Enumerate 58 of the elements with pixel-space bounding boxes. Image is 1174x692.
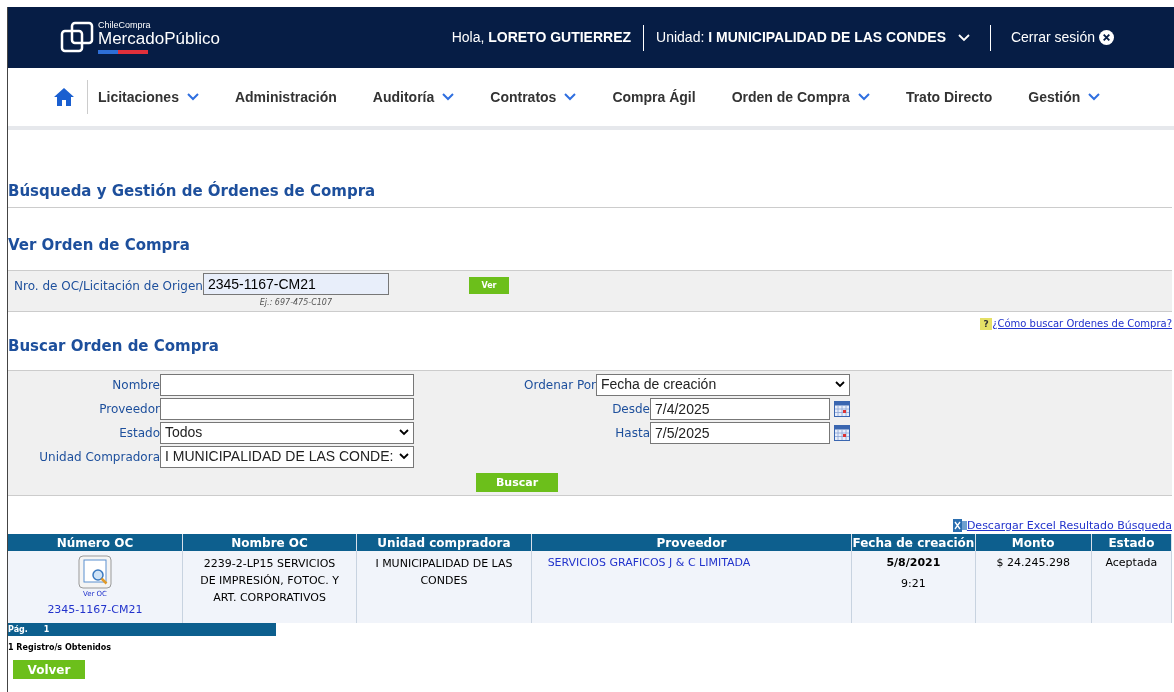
date-field[interactable]: 7/5/2025 — [650, 421, 830, 444]
records-count: 1 Registro/s Obtenidos — [8, 642, 113, 654]
field-label: Estado — [119, 424, 160, 442]
chevron-down-icon — [399, 453, 409, 460]
page-number[interactable]: 1 — [43, 623, 50, 636]
unit-selector[interactable]: Unidad: I MUNICIPALIDAD DE LAS CONDES — [656, 27, 970, 48]
excel-icon — [952, 519, 967, 533]
field-label: Desde — [612, 400, 650, 418]
select-field[interactable]: Fecha de creación — [596, 373, 850, 396]
logo-icon — [60, 20, 94, 55]
section-title: Buscar Orden de Compra — [8, 336, 220, 357]
select-field[interactable]: I MUNICIPALIDAD DE LAS CONDE: — [160, 445, 414, 468]
logout-link[interactable]: Cerrar sesión — [1010, 27, 1114, 48]
excel-download-link[interactable]: Descargar Excel Resultado Búsqueda — [966, 517, 1172, 534]
chevron-down-icon — [957, 33, 970, 42]
nav-menu-item[interactable]: Contratos — [490, 86, 577, 108]
chevron-down-icon — [399, 429, 409, 436]
field-label: Nombre — [112, 376, 160, 394]
calendar-icon[interactable] — [834, 424, 850, 441]
logo-subtitle: ChileCompra — [98, 21, 152, 30]
order-number-field[interactable]: 2345-1167-CM21 — [202, 273, 389, 295]
page-title: Búsqueda y Gestión de Órdenes de Compra — [8, 180, 377, 202]
table-cell: $ 24.245.298 — [975, 551, 1092, 623]
table-cell: Aceptada — [1091, 551, 1172, 623]
nav-menu-item[interactable]: Trato Directo — [905, 86, 993, 108]
field-label: Nro. de OC/Licitación de Origen — [14, 278, 203, 295]
nav-menu-item[interactable]: Compra Ágil — [612, 86, 696, 108]
date-text: 5/8/2021 — [885, 555, 942, 571]
select-field[interactable]: Todos — [160, 421, 414, 444]
order-number-link[interactable]: 2345-1167-CM21 — [47, 601, 143, 618]
nav-menu-item[interactable]: Auditoría — [372, 86, 455, 108]
input-field[interactable] — [160, 373, 414, 396]
field-label: Hasta — [615, 424, 650, 442]
supplier-link[interactable]: SERVICIOS GRAFICOS J & C LIMITADA — [547, 556, 751, 569]
section-title: Ver Orden de Compra — [8, 234, 191, 256]
help-link[interactable]: ¿Cómo buscar Ordenes de Compra? — [992, 316, 1172, 331]
input-field[interactable] — [160, 397, 414, 420]
field-label: Unidad Compradora — [39, 448, 160, 466]
close-icon — [1099, 30, 1114, 45]
help-icon: ? — [980, 317, 993, 330]
calendar-icon[interactable] — [834, 400, 850, 417]
time-text: 9:21 — [900, 575, 927, 592]
document-search-icon[interactable] — [77, 555, 112, 589]
chevron-down-icon — [835, 381, 845, 388]
nav-menu-item[interactable]: Licitaciones — [98, 86, 199, 108]
field-label: Ordenar Por — [524, 376, 596, 394]
nav-menu-item[interactable]: Administración — [234, 86, 337, 108]
home-icon[interactable] — [53, 87, 75, 107]
field-label: Proveedor — [99, 400, 160, 418]
example-hint: Ej.: 697-475-C107 — [259, 297, 333, 309]
nav-menu-item[interactable]: Orden de Compra — [731, 86, 870, 108]
date-field[interactable]: 7/4/2025 — [650, 397, 830, 420]
logo-stripe — [98, 50, 148, 54]
pager-label: Pág. — [8, 623, 28, 636]
logo-title: MercadoPúblico — [98, 30, 220, 47]
nav-menu-item[interactable]: Gestión — [1028, 86, 1101, 108]
table-cell: I MUNICIPALIDAD DE LAS CONDES — [356, 551, 532, 623]
greeting-text: Hola, LORETO GUTIERREZ — [451, 28, 632, 47]
